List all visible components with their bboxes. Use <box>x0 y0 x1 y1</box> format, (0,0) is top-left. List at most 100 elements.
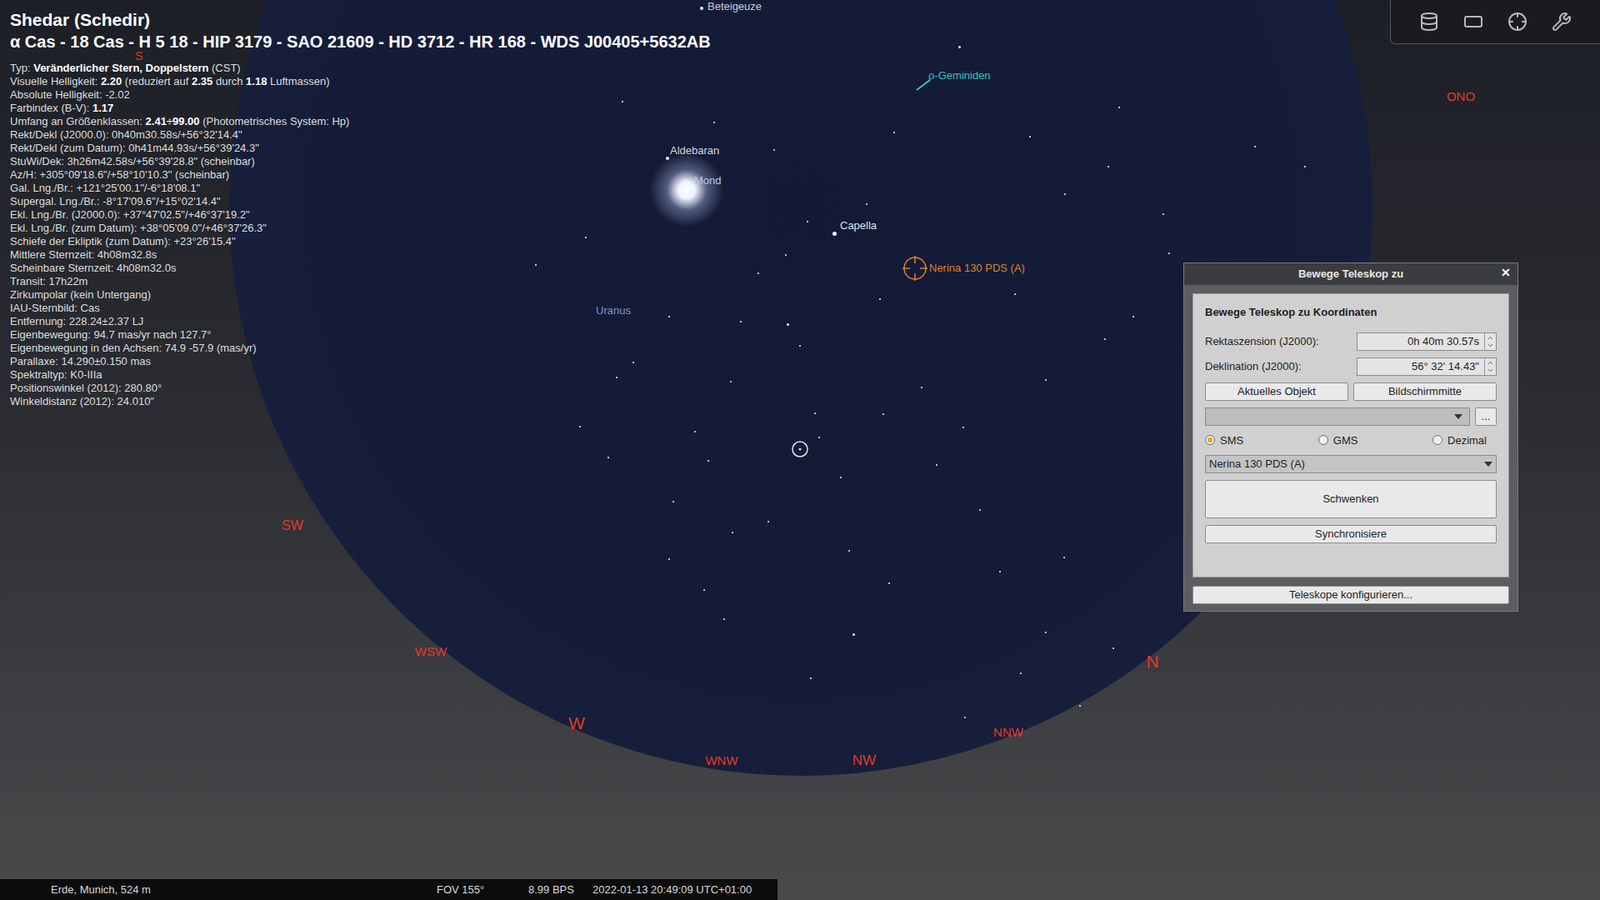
info-line: Supergal. Lng./Br.: -8°17'09.6"/+15°02'1… <box>10 195 711 209</box>
sky-label[interactable]: Beteigeuze <box>707 0 762 14</box>
info-line: Positionswinkel (2012): 280.80° <box>10 381 711 395</box>
compass-label: WNW <box>705 754 738 767</box>
info-line: Visuelle Helligkeit: 2.20 (reduziert auf… <box>10 75 711 89</box>
star[interactable] <box>786 323 790 326</box>
star[interactable] <box>785 254 787 256</box>
wrench-icon[interactable] <box>1551 11 1572 32</box>
object-combo[interactable] <box>1205 407 1470 426</box>
info-line: Farbindex (B-V): 1.17 <box>10 101 711 115</box>
star[interactable] <box>806 220 809 223</box>
star[interactable] <box>979 509 981 511</box>
slew-button[interactable]: Schwenken <box>1205 480 1497 519</box>
sky-label[interactable]: ρ-Geminiden <box>928 69 991 83</box>
configure-button[interactable]: Teleskope konfigurieren... <box>1192 585 1510 605</box>
star[interactable] <box>1079 705 1081 707</box>
star[interactable] <box>1112 647 1115 650</box>
format-radio[interactable]: Dezimal <box>1432 432 1487 450</box>
info-line: IAU-Sternbild: Cas <box>10 301 711 315</box>
compass-label: N <box>1145 652 1159 670</box>
info-line: Winkeldistanz (2012): 24.010" <box>10 395 711 409</box>
info-line: Entfernung: 228.24±2.37 LJ <box>10 315 711 329</box>
dropdown-arrow-icon <box>1484 461 1493 467</box>
moon[interactable] <box>649 152 725 228</box>
info-line: Absolute Helligkeit: -2.02 <box>10 88 711 102</box>
compass-label: SW <box>281 519 304 533</box>
status-bar: Erde, Munich, 524 mFOV 155°8.99 BPS2022-… <box>0 878 779 900</box>
top-toolbar <box>1390 0 1600 45</box>
sky-label[interactable]: Aldebaran <box>670 144 720 158</box>
star[interactable] <box>767 520 770 523</box>
coordinates-panel: Bewege Teleskop zu Koordinaten Rektaszens… <box>1192 293 1510 578</box>
close-button[interactable]: ✕ <box>1500 266 1511 279</box>
sync-button[interactable]: Synchronisiere <box>1205 525 1497 544</box>
ocular-icon[interactable] <box>1463 11 1484 32</box>
sky-label[interactable]: Mond <box>694 174 722 188</box>
compass-label: ONO <box>1446 90 1475 103</box>
crosshair-icon[interactable] <box>1507 11 1528 32</box>
info-line: Transit: 17h22m <box>10 275 711 289</box>
decrement-icon[interactable] <box>1486 366 1495 375</box>
sky-label[interactable]: Capella <box>840 219 877 233</box>
star[interactable] <box>1029 135 1031 138</box>
info-line: Rekt/Dekl (J2000.0): 0h40m30.58s/+56°32'… <box>10 128 711 142</box>
coordinate-row: Deklination (J2000):56° 32' 14.43" <box>1205 357 1497 376</box>
star[interactable] <box>1118 106 1120 109</box>
info-line: Mittlere Sternzeit: 4h08m32.8s <box>10 248 711 262</box>
compass-label: NNW <box>993 725 1024 739</box>
dropdown-arrow-icon <box>1454 414 1463 420</box>
telescope-reticle-icon[interactable] <box>901 255 929 282</box>
stellarium-screen: Beteigeuze ρ-Geminiden Aldebaran Mond Capell… <box>0 0 1600 900</box>
sky-label[interactable]: Nerina 130 PDS (A) <box>929 261 1025 275</box>
coordinate-source-button[interactable]: Bildschirmmitte <box>1353 382 1497 401</box>
dialog-title-bar: Bewege Teleskop zu✕ <box>1184 263 1518 285</box>
star[interactable] <box>958 45 961 49</box>
compass-label: WSW <box>415 645 447 658</box>
info-line: Spektraltyp: K0-IIIa <box>10 368 711 382</box>
star[interactable] <box>757 272 760 275</box>
info-line: Scheinbare Sternzeit: 4h08m32.0s <box>10 261 711 275</box>
coordinate-row: Rektaszension (J2000):0h 40m 30.57s <box>1205 332 1497 351</box>
star[interactable] <box>615 376 618 379</box>
star[interactable] <box>1045 379 1047 381</box>
star[interactable] <box>730 380 732 383</box>
format-radio[interactable]: GMS <box>1318 432 1359 450</box>
status-location: Erde, Munich, 524 m <box>0 881 437 899</box>
telescope-select[interactable]: Nerina 130 PDS (A) <box>1205 455 1497 474</box>
coordinate-input[interactable]: 56° 32' 14.43" <box>1357 358 1485 375</box>
status-datetime: 2022-01-13 20:49:09 UTC+01:00 <box>592 881 752 899</box>
star[interactable] <box>579 425 581 428</box>
more-button[interactable]: ... <box>1475 407 1497 426</box>
star[interactable] <box>962 426 965 429</box>
sky-label[interactable]: Uranus <box>595 304 631 318</box>
compass-label: NW <box>852 753 876 768</box>
format-radio[interactable]: SMS <box>1205 432 1244 450</box>
decrement-icon[interactable] <box>1486 341 1495 350</box>
selected-object-reticle-icon[interactable] <box>790 439 810 460</box>
info-line: Eigenbewegung: 94.7 mas/yr nach 127.7° <box>10 328 711 342</box>
compass-label: S <box>135 50 143 62</box>
coordinate-input[interactable]: 0h 40m 30.57s <box>1357 333 1485 350</box>
coordinate-source-button[interactable]: Aktuelles Objekt <box>1205 382 1349 401</box>
star[interactable] <box>703 589 705 591</box>
increment-icon[interactable] <box>1486 334 1495 342</box>
star[interactable] <box>1107 165 1110 168</box>
star[interactable] <box>1304 165 1306 168</box>
star[interactable] <box>865 203 868 205</box>
star[interactable] <box>694 430 696 433</box>
increment-icon[interactable] <box>1486 359 1495 367</box>
star[interactable] <box>1063 556 1065 559</box>
star[interactable] <box>879 298 881 300</box>
star[interactable] <box>999 570 1001 573</box>
info-line: StuWi/Dek: 3h26m42.58s/+56°39'28.8" (sch… <box>10 155 711 169</box>
status-fov: FOV 155° <box>436 881 529 899</box>
star[interactable] <box>668 315 670 318</box>
star[interactable] <box>893 131 895 134</box>
status-fps: 8.99 BPS <box>528 881 593 899</box>
star[interactable] <box>607 456 610 459</box>
panel-heading: Bewege Teleskop zu Koordinaten <box>1205 304 1497 321</box>
star[interactable] <box>1104 338 1106 340</box>
info-line: Az/H: +305°09'18.6"/+58°10'10.3" (schein… <box>10 168 711 182</box>
star[interactable] <box>1020 672 1022 675</box>
star[interactable] <box>740 320 742 323</box>
telescope-icon[interactable] <box>1419 11 1440 32</box>
